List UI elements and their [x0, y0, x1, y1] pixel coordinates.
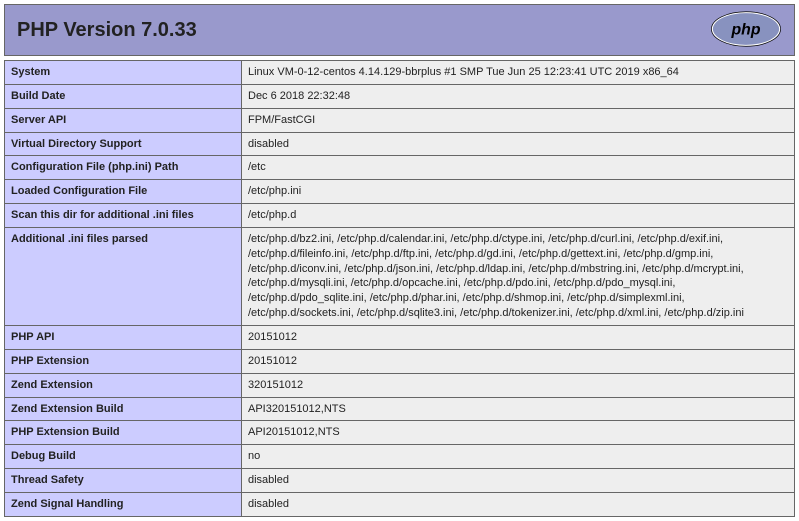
row-key: PHP Extension — [5, 349, 242, 373]
page-title: PHP Version 7.0.33 — [17, 19, 197, 42]
row-value: disabled — [242, 469, 795, 493]
table-row: Thread Safetydisabled — [5, 469, 795, 493]
row-value: 320151012 — [242, 373, 795, 397]
row-key: Additional .ini files parsed — [5, 227, 242, 325]
table-row: Configuration File (php.ini) Path/etc — [5, 156, 795, 180]
row-value: API320151012,NTS — [242, 397, 795, 421]
row-key: Loaded Configuration File — [5, 180, 242, 204]
row-key: Server API — [5, 108, 242, 132]
row-key: PHP API — [5, 325, 242, 349]
row-key: System — [5, 61, 242, 85]
table-row: PHP API20151012 — [5, 325, 795, 349]
row-key: Zend Signal Handling — [5, 492, 242, 516]
row-value: disabled — [242, 492, 795, 516]
row-key: PHP Extension Build — [5, 421, 242, 445]
table-row: PHP Extension20151012 — [5, 349, 795, 373]
row-key: Build Date — [5, 84, 242, 108]
php-logo-icon: php — [710, 10, 782, 51]
row-value: /etc/php.d — [242, 204, 795, 228]
row-value: /etc/php.d/bz2.ini, /etc/php.d/calendar.… — [242, 227, 795, 325]
row-value: /etc/php.ini — [242, 180, 795, 204]
table-row: Debug Buildno — [5, 445, 795, 469]
table-row: PHP Extension BuildAPI20151012,NTS — [5, 421, 795, 445]
row-value: API20151012,NTS — [242, 421, 795, 445]
row-value: FPM/FastCGI — [242, 108, 795, 132]
table-row: Zend Extension320151012 — [5, 373, 795, 397]
row-value: 20151012 — [242, 349, 795, 373]
row-value: disabled — [242, 132, 795, 156]
table-row: Virtual Directory Supportdisabled — [5, 132, 795, 156]
svg-text:php: php — [730, 21, 760, 38]
row-key: Debug Build — [5, 445, 242, 469]
table-row: SystemLinux VM-0-12-centos 4.14.129-bbrp… — [5, 61, 795, 85]
table-row: Build DateDec 6 2018 22:32:48 — [5, 84, 795, 108]
table-row: Scan this dir for additional .ini files/… — [5, 204, 795, 228]
table-row: Zend Signal Handlingdisabled — [5, 492, 795, 516]
table-row: Additional .ini files parsed/etc/php.d/b… — [5, 227, 795, 325]
row-value: /etc — [242, 156, 795, 180]
row-key: Thread Safety — [5, 469, 242, 493]
row-value: Dec 6 2018 22:32:48 — [242, 84, 795, 108]
phpinfo-header: PHP Version 7.0.33 php — [4, 4, 795, 56]
phpinfo-table: SystemLinux VM-0-12-centos 4.14.129-bbrp… — [4, 60, 795, 517]
row-key: Virtual Directory Support — [5, 132, 242, 156]
row-key: Scan this dir for additional .ini files — [5, 204, 242, 228]
table-row: Zend Extension BuildAPI320151012,NTS — [5, 397, 795, 421]
row-key: Zend Extension Build — [5, 397, 242, 421]
row-key: Configuration File (php.ini) Path — [5, 156, 242, 180]
row-value: Linux VM-0-12-centos 4.14.129-bbrplus #1… — [242, 61, 795, 85]
row-value: 20151012 — [242, 325, 795, 349]
table-row: Server APIFPM/FastCGI — [5, 108, 795, 132]
table-row: Loaded Configuration File/etc/php.ini — [5, 180, 795, 204]
row-key: Zend Extension — [5, 373, 242, 397]
row-value: no — [242, 445, 795, 469]
